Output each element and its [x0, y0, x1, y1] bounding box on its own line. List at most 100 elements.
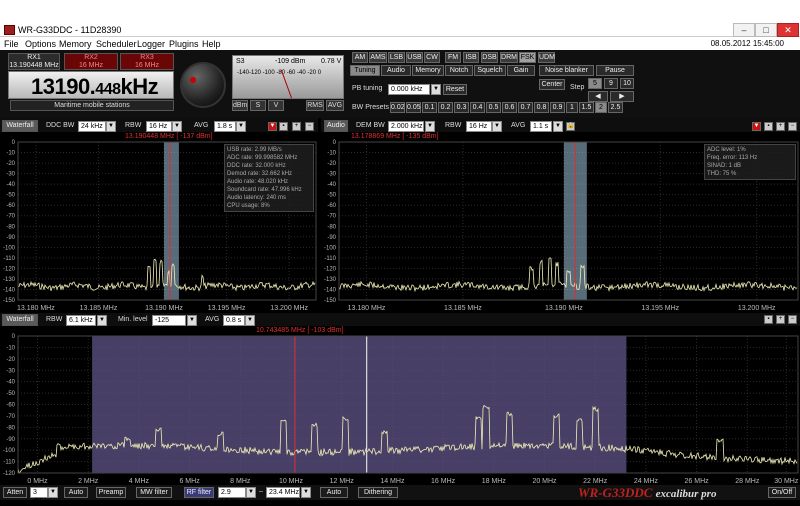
bw-preset-button[interactable]: 0.2 — [438, 102, 453, 113]
wide-avg-dropdown-icon[interactable]: ▼ — [245, 315, 255, 326]
bw-preset-button[interactable]: 1.5 — [579, 102, 594, 113]
bw-preset-button[interactable]: 2 — [595, 102, 607, 113]
bw-preset-button[interactable]: 0.8 — [534, 102, 549, 113]
wide-zoom-in-icon[interactable]: + — [776, 315, 785, 324]
tab-noise-blanker[interactable]: Noise blanker — [539, 65, 594, 76]
mode-fm[interactable]: FM — [445, 52, 461, 63]
ddc-bw-input[interactable]: 24 kHz — [78, 121, 106, 132]
dem-bw-dropdown-icon[interactable]: ▼ — [425, 121, 435, 132]
menu-plugins[interactable]: Plugins — [169, 39, 199, 49]
atten-auto-button[interactable]: Auto — [64, 487, 88, 498]
bw-preset-button[interactable]: 2.5 — [608, 102, 623, 113]
min-level-input[interactable]: -125 dBm — [152, 315, 186, 333]
ddc-marker-icon[interactable]: ▼ — [268, 122, 277, 131]
wide-rbw-input[interactable]: 6.1 kHz — [66, 315, 96, 326]
ddc-bw-dropdown-icon[interactable]: ▼ — [106, 121, 116, 132]
audio-rbw-dropdown-icon[interactable]: ▼ — [492, 121, 502, 132]
ddc-save-icon[interactable]: ▪ — [279, 122, 288, 131]
bw-preset-button[interactable]: 0.4 — [470, 102, 485, 113]
rf-auto-button[interactable]: Auto — [320, 487, 348, 498]
step-9[interactable]: 9 — [604, 78, 618, 89]
dithering-button[interactable]: Dithering — [358, 487, 398, 498]
ddc-avg-dropdown-icon[interactable]: ▼ — [236, 121, 246, 132]
close-button[interactable]: ✕ — [777, 23, 799, 37]
atten-button[interactable]: Atten — [3, 487, 27, 498]
rf-low-dropdown-icon[interactable]: ▼ — [246, 487, 256, 498]
step-10[interactable]: 10 — [620, 78, 634, 89]
bw-preset-button[interactable]: 0.7 — [518, 102, 533, 113]
bw-preset-button[interactable]: 0.6 — [502, 102, 517, 113]
tab-gain[interactable]: Gain — [507, 65, 535, 76]
rf-high-dropdown-icon[interactable]: ▼ — [301, 487, 311, 498]
audio-avg-dropdown-icon[interactable]: ▼ — [553, 121, 563, 132]
step-5[interactable]: 5 — [588, 78, 602, 89]
mw-filter-button[interactable]: MW filter — [136, 487, 172, 498]
on-off-button[interactable]: On/Off — [768, 487, 796, 498]
v-button[interactable]: V — [268, 100, 284, 111]
tab-memory[interactable]: Memory — [412, 65, 444, 76]
step-left-button[interactable]: ◀ — [588, 91, 608, 102]
audio-zoom-in-icon[interactable]: + — [776, 122, 785, 131]
rx1-tab[interactable]: RX1 13.190448 MHz — [8, 53, 60, 70]
rf-filter-button[interactable]: RF filter — [184, 487, 214, 498]
dem-bw-input[interactable]: 2.000 kHz — [388, 121, 424, 132]
audio-marker-icon[interactable]: ▼ — [752, 122, 761, 131]
tuning-knob[interactable] — [180, 62, 226, 108]
audio-save-icon[interactable]: ▪ — [764, 122, 773, 131]
mode-ams[interactable]: AMS — [369, 52, 387, 63]
tab-pause[interactable]: Pause — [596, 65, 634, 76]
bw-preset-button[interactable]: 1 — [566, 102, 578, 113]
ddc-avg-input[interactable]: 1.8 s — [214, 121, 236, 132]
pb-dropdown-icon[interactable]: ▼ — [431, 84, 441, 95]
rms-button[interactable]: RMS — [306, 100, 324, 111]
wide-avg-input[interactable]: 0.8 s — [223, 315, 245, 326]
mode-lsb[interactable]: LSB — [388, 52, 405, 63]
rf-high-input[interactable]: 23.4 MHz — [266, 487, 300, 498]
pb-tuning-input[interactable]: 0.000 kHz — [388, 84, 430, 95]
mode-fsk[interactable]: FSK — [519, 52, 536, 63]
atten-input[interactable]: 3 dB — [30, 487, 48, 505]
min-level-dropdown-icon[interactable]: ▼ — [187, 315, 197, 326]
tab-audio[interactable]: Audio — [381, 65, 411, 76]
rx2-tab[interactable]: RX2 16 MHz — [64, 53, 118, 70]
mode-dsb[interactable]: DSB — [481, 52, 498, 63]
audio-avg-input[interactable]: 1.1 s — [530, 121, 552, 132]
mode-cw[interactable]: CW — [424, 52, 440, 63]
mode-am[interactable]: AM — [352, 52, 368, 63]
s-button[interactable]: S — [250, 100, 266, 111]
audio-zoom-out-icon[interactable]: − — [788, 122, 797, 131]
bw-preset-button[interactable]: 0.05 — [406, 102, 421, 113]
reset-button[interactable]: Reset — [443, 84, 467, 95]
bw-preset-button[interactable]: 0.02 — [390, 102, 405, 113]
avg-button[interactable]: AVG — [326, 100, 344, 111]
wide-zoom-out-icon[interactable]: − — [788, 315, 797, 324]
ddc-zoom-in-icon[interactable]: + — [292, 122, 301, 131]
frequency-display[interactable]: 13190.448kHz — [8, 71, 174, 99]
menu-file[interactable]: File — [4, 39, 19, 49]
tab-tuning[interactable]: Tuning — [350, 65, 380, 76]
bw-preset-button[interactable]: 0.1 — [422, 102, 437, 113]
ddc-spectrum[interactable]: 0 -10 -20 -30 -40 -50 -60 -70 -80 -90 -100 -110 -120… — [0, 132, 318, 312]
menu-logger[interactable]: Logger — [137, 39, 165, 49]
tab-squelch[interactable]: Squelch — [474, 65, 506, 76]
rf-low-input[interactable]: 2.9 MHz — [218, 487, 246, 505]
bw-preset-button[interactable]: 0.3 — [454, 102, 469, 113]
wide-spectrum[interactable]: 0 -10 -20 -30 -40 -50 -60 -70 -80 -90 -100 -110 -120… — [0, 326, 800, 485]
mode-isb[interactable]: ISB — [463, 52, 479, 63]
menu-help[interactable]: Help — [202, 39, 221, 49]
wide-rbw-dropdown-icon[interactable]: ▼ — [97, 315, 107, 326]
ddc-rbw-dropdown-icon[interactable]: ▼ — [172, 121, 182, 132]
dbm-button[interactable]: dBm — [232, 100, 248, 111]
mode-udm[interactable]: UDM — [538, 52, 555, 63]
audio-rbw-input[interactable]: 16 Hz — [466, 121, 492, 132]
wide-mode-button[interactable]: Waterfall — [2, 314, 38, 326]
tab-notch[interactable]: Notch — [445, 65, 473, 76]
audio-mode-button[interactable]: Audio — [324, 120, 348, 132]
center-button[interactable]: Center — [539, 79, 565, 90]
maximize-button[interactable]: □ — [755, 23, 777, 37]
menu-memory[interactable]: Memory — [59, 39, 92, 49]
mode-drm[interactable]: DRM — [500, 52, 518, 63]
wide-save-icon[interactable]: ▪ — [764, 315, 773, 324]
ddc-rbw-input[interactable]: 16 Hz — [146, 121, 172, 132]
step-right-button[interactable]: ▶ — [610, 91, 634, 102]
